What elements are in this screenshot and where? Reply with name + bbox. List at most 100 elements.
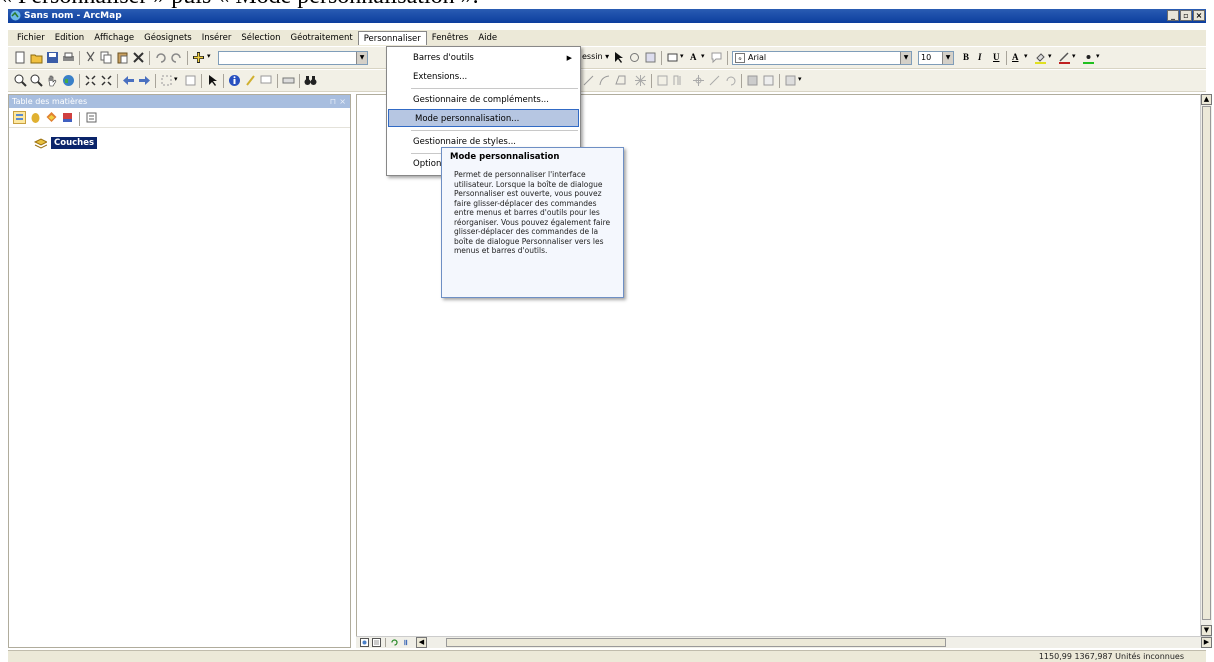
marker-color-icon[interactable] [1082,51,1095,64]
chevron-down-icon[interactable]: ▾ [1024,52,1028,60]
menu-personnaliser[interactable]: Personnaliser [357,31,427,45]
menu-item-barres-outils[interactable]: Barres d'outils ▶ [387,49,580,67]
menu-edition[interactable]: Edition [50,31,89,45]
scroll-left-icon[interactable]: ◀ [416,637,427,648]
menu-geosignets[interactable]: Géosignets [139,31,197,45]
undo-icon[interactable] [154,51,167,64]
options-icon[interactable] [85,111,98,124]
horizontal-scrollbar[interactable]: ॥ ◀ ▶ [356,636,1212,648]
refresh-icon[interactable] [390,638,399,647]
list-by-source-icon[interactable] [29,111,42,124]
close-button[interactable]: × [1193,10,1205,21]
menu-geotraitement[interactable]: Géotraitement [286,31,358,45]
vertex-icon[interactable] [634,74,647,87]
full-extent-icon[interactable] [62,74,75,87]
draw-curve-icon[interactable] [598,74,611,87]
layout-view-icon[interactable] [372,638,381,647]
vertical-scrollbar[interactable]: ▲ ▼ [1200,94,1212,636]
add-data-icon[interactable] [192,51,205,64]
rotate-edit-icon[interactable] [724,74,737,87]
fixed-zoom-in-icon[interactable] [84,74,97,87]
attributes-icon[interactable] [746,74,759,87]
sketch-properties-icon[interactable] [762,74,775,87]
menu-item-extensions[interactable]: Extensions... [387,68,580,86]
line-color-icon[interactable] [1058,51,1071,64]
measure-icon[interactable] [282,74,295,87]
print-icon[interactable] [62,51,75,64]
chevron-down-icon[interactable]: ▾ [1072,52,1076,60]
redo-icon[interactable] [170,51,183,64]
hyperlink-icon[interactable] [244,74,257,87]
delete-icon[interactable] [132,51,145,64]
forward-arrow-icon[interactable] [138,74,151,87]
menu-item-gestionnaire-complements[interactable]: Gestionnaire de compléments... [387,91,580,109]
font-name-combo[interactable]: ℴ Arial ▼ [732,51,912,65]
chevron-down-icon[interactable]: ▾ [207,52,211,60]
close-icon[interactable]: × [339,95,346,108]
bold-button[interactable]: B [963,52,969,62]
rotate-icon[interactable] [628,51,641,64]
chevron-down-icon[interactable]: ▾ [680,52,684,60]
vertical-scroll-thumb[interactable] [1202,106,1211,620]
split-icon[interactable] [656,74,669,87]
select-elements-icon[interactable] [206,74,219,87]
chevron-down-icon[interactable]: ▾ [1096,52,1100,60]
pan-hand-icon[interactable] [46,74,59,87]
edit-tool-icon[interactable] [672,74,685,87]
pause-drawing-icon[interactable]: ॥ [403,637,408,648]
html-popup-icon[interactable] [260,74,273,87]
pin-icon[interactable]: ⊓ [330,95,336,108]
save-icon[interactable] [46,51,59,64]
scroll-down-icon[interactable]: ▼ [1201,625,1212,636]
menu-fichier[interactable]: Fichier [12,31,50,45]
minimize-button[interactable]: _ [1167,10,1179,21]
horizontal-scroll-thumb[interactable] [446,638,946,647]
paste-icon[interactable] [116,51,129,64]
font-size-combo[interactable]: 10 ▼ [918,51,954,65]
draw-line-icon[interactable] [582,74,595,87]
scroll-up-icon[interactable]: ▲ [1201,94,1212,105]
rectangle-icon[interactable] [666,51,679,64]
restore-button[interactable]: ▫ [1180,10,1192,21]
open-folder-icon[interactable] [30,51,43,64]
text-tool-icon[interactable]: A [690,52,697,62]
zoom-in-icon[interactable] [14,74,27,87]
fixed-zoom-out-icon[interactable] [100,74,113,87]
data-view-icon[interactable] [360,638,369,647]
draw-polygon-icon[interactable] [614,74,627,87]
list-by-visibility-icon[interactable] [45,111,58,124]
chevron-down-icon[interactable]: ▾ [1048,52,1052,60]
menu-item-mode-personnalisation[interactable]: Mode personnalisation... [388,109,579,127]
menu-aide[interactable]: Aide [473,31,502,45]
new-document-icon[interactable] [14,51,27,64]
list-by-drawing-order-icon[interactable] [13,111,26,124]
cut-icon[interactable] [84,51,97,64]
dessin-menu[interactable]: essin ▾ [582,52,609,61]
identify-icon[interactable] [228,74,241,87]
select-arrow-icon[interactable] [612,51,625,64]
layers-node[interactable]: Couches [34,137,98,149]
zoom-whole-page-icon[interactable] [644,51,657,64]
select-features-icon[interactable] [160,74,173,87]
fill-color-icon[interactable] [1034,51,1047,64]
callout-icon[interactable] [710,51,723,64]
create-features-icon[interactable] [784,74,797,87]
menu-affichage[interactable]: Affichage [89,31,139,45]
copy-icon[interactable] [100,51,113,64]
zoom-out-icon[interactable] [30,74,43,87]
cut-polygon-icon[interactable] [708,74,721,87]
back-arrow-icon[interactable] [122,74,135,87]
clear-selection-icon[interactable] [184,74,197,87]
find-binoculars-icon[interactable] [304,74,317,87]
chevron-down-icon[interactable]: ▾ [798,75,802,83]
chevron-down-icon[interactable]: ▾ [701,52,705,60]
menu-selection[interactable]: Sélection [236,31,285,45]
menu-inserer[interactable]: Insérer [197,31,237,45]
underline-button[interactable]: U [993,52,1000,62]
scroll-right-icon[interactable]: ▶ [1201,637,1212,648]
midpoint-icon[interactable] [692,74,705,87]
font-color-button[interactable]: A [1012,52,1019,62]
menu-fenetres[interactable]: Fenêtres [427,31,474,45]
italic-button[interactable]: I [978,52,982,62]
scale-combo[interactable]: ▼ [218,51,368,65]
